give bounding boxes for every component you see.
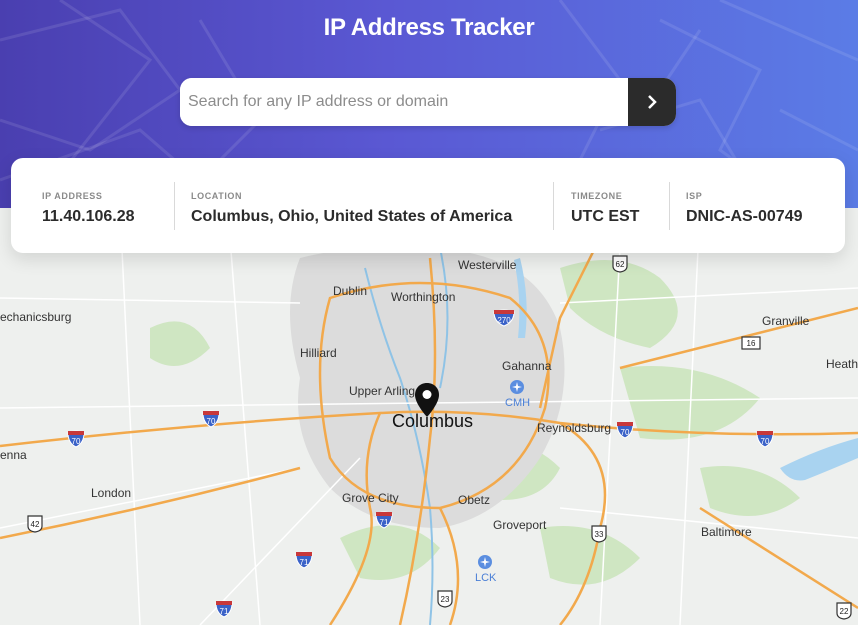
- place-label: Heath: [826, 357, 858, 371]
- timezone-label: TIMEZONE: [571, 191, 623, 201]
- shield-number: 70: [72, 437, 81, 446]
- us-route-shield: 22: [836, 602, 852, 620]
- place-label: echanicsburg: [0, 310, 72, 324]
- airport-label: LCK: [475, 572, 497, 584]
- page-title: IP Address Tracker: [323, 14, 535, 41]
- interstate-shield: 70: [616, 421, 634, 439]
- place-label: Granville: [762, 314, 810, 328]
- shield-number: 71: [380, 518, 389, 527]
- place-label: Hilliard: [300, 346, 337, 360]
- shield-number: 70: [207, 417, 216, 426]
- place-label: Gahanna: [502, 359, 552, 373]
- shield-number: 22: [840, 607, 849, 616]
- divider: [669, 182, 670, 230]
- shield-number: 71: [220, 607, 229, 616]
- place-label: Reynoldsburg: [537, 421, 612, 435]
- us-route-shield: 42: [27, 515, 43, 533]
- map-view[interactable]: Westerville Dublin Worthington echanicsb…: [0, 208, 858, 625]
- place-label: enna: [0, 448, 27, 462]
- location-value: Columbus, Ohio, United States of America: [191, 208, 513, 225]
- airport-label: CMH: [505, 397, 531, 409]
- search-input[interactable]: [180, 78, 628, 126]
- place-label: Upper Arling: [349, 384, 416, 398]
- us-route-shield: 16: [741, 336, 761, 350]
- timezone-value: UTC EST: [571, 208, 640, 225]
- us-route-shield: 62: [612, 255, 628, 273]
- search-bar: [180, 78, 676, 126]
- divider: [553, 182, 554, 230]
- interstate-shield: 70: [202, 410, 220, 428]
- place-label: Obetz: [458, 493, 491, 507]
- place-label: Worthington: [391, 290, 456, 304]
- airport-icon: [478, 555, 492, 569]
- place-label: Westerville: [458, 258, 517, 272]
- chevron-right-icon: [648, 95, 657, 109]
- place-label: Dublin: [333, 284, 368, 298]
- ip-address-label: IP ADDRESS: [42, 191, 103, 201]
- interstate-shield: 70: [67, 430, 85, 448]
- shield-number: 23: [441, 595, 450, 604]
- search-submit-button[interactable]: [628, 78, 676, 126]
- place-label: Grove City: [342, 491, 399, 505]
- shield-number: 62: [616, 260, 625, 269]
- isp-value: DNIC-AS-00749: [686, 208, 803, 225]
- us-route-shield: 33: [591, 525, 607, 543]
- shield-number: 71: [300, 558, 309, 567]
- ip-info-card: IP ADDRESS 11.40.106.28 LOCATION Columbu…: [11, 158, 845, 253]
- interstate-shield: 70: [756, 430, 774, 448]
- place-label: London: [91, 486, 132, 500]
- us-route-shield: 23: [437, 590, 453, 608]
- shield-number: 270: [497, 316, 511, 325]
- shield-number: 33: [595, 530, 604, 539]
- place-label: Baltimore: [701, 525, 752, 539]
- shield-number: 70: [761, 437, 770, 446]
- map-pin-icon[interactable]: [414, 382, 440, 418]
- divider: [174, 182, 175, 230]
- airport-icon: [510, 380, 524, 394]
- interstate-shield: 71: [215, 600, 233, 618]
- isp-label: ISP: [686, 191, 703, 201]
- shield-number: 16: [747, 339, 756, 348]
- location-label: LOCATION: [191, 191, 243, 201]
- interstate-shield: 71: [295, 551, 313, 569]
- place-label: Groveport: [493, 518, 547, 532]
- interstate-shield: 270: [493, 309, 515, 327]
- shield-number: 70: [621, 428, 630, 437]
- ip-address-value: 11.40.106.28: [42, 208, 135, 225]
- shield-number: 42: [31, 520, 40, 529]
- interstate-shield: 71: [375, 511, 393, 529]
